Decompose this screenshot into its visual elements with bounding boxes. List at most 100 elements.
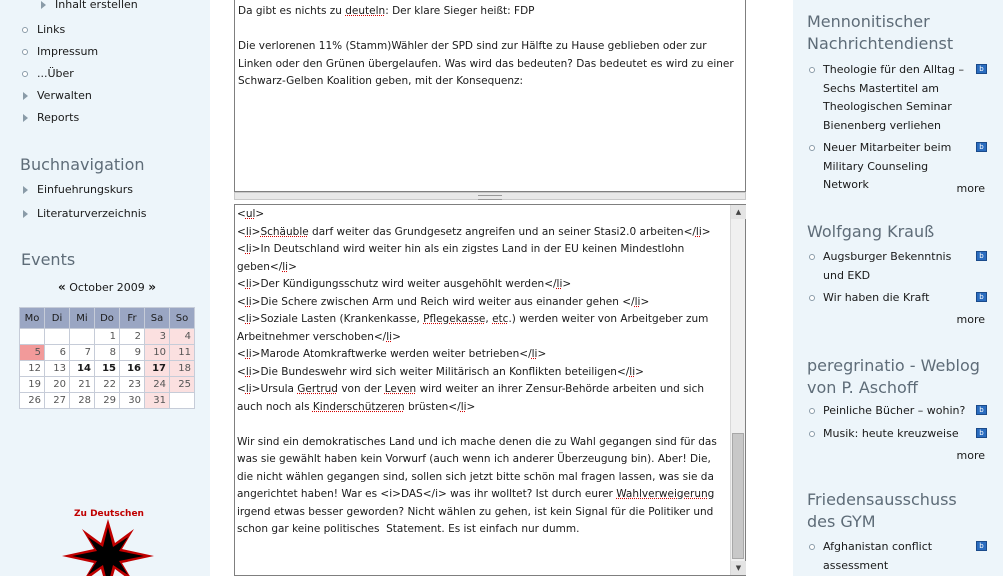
triangle-bullet-icon [23,210,28,218]
calendar-weekday: Fr [119,307,145,329]
triangle-bullet-icon [23,114,28,122]
menu-item-verwalten[interactable]: Verwalten [20,86,98,108]
calendar-grid: Mo Di Mi Do Fr Sa So 1 2 3 4 5 6 7 8 9 10 11 12 13 14 15 16 17… [19,307,195,409]
feed-item[interactable]: Musik: heute kreuzweise b [807,425,987,444]
feed-item[interactable]: Peinliche Bücher – wohin? b [807,402,987,421]
body-line: <li>Soziale Lasten (Krankenkasse, Pflege… [237,313,709,343]
calendar-day: 6 [44,344,70,361]
calendar-day: 5 [19,344,45,361]
calendar-day: 20 [44,376,70,393]
feed-item-link[interactable]: Peinliche Bücher – wohin? [823,404,965,417]
more-link[interactable]: more [957,313,986,326]
body-line: <li>Die Schere zwischen Arm und Reich wi… [237,295,650,308]
blog-feed-icon[interactable]: b [976,142,987,152]
teaser-line: Da gibt es nichts zu deuteln: Der klare … [238,5,535,17]
feed-item-link[interactable]: Augsburger Bekenntnis und EKD [823,250,951,282]
calendar-week-row: 1234 [19,328,195,345]
menu-item-reports[interactable]: Reports [20,108,98,130]
menu-item-label[interactable]: Verwalten [37,89,92,102]
calendar-week-row: 5 6 7 8 9 10 11 [19,344,195,361]
calendar-empty-cell [19,328,45,345]
feed-item-link[interactable]: Neuer Mitarbeiter beim Military Counseli… [823,141,951,191]
feed-block-title: Wolfgang Krauß [807,222,935,241]
calendar-day: 22 [94,376,120,393]
vertical-scrollbar[interactable]: ▲ ▼ [730,205,746,575]
circle-bullet-icon [809,430,815,437]
calendar-day: 11 [169,344,195,361]
scrollbar-thumb[interactable] [732,433,744,559]
calendar-weekday: Sa [144,307,170,329]
calendar-day[interactable]: 14 [69,360,95,377]
calendar-day[interactable]: 17 [144,360,170,377]
body-line: <li>Schäuble darf weiter das Grundgesetz… [237,225,711,238]
more-link[interactable]: more [957,449,986,462]
calendar-day: 26 [19,392,45,409]
circle-bullet-icon [809,67,815,73]
calendar-week-row: 12 13 14 15 16 17 18 [19,360,195,377]
blog-feed-icon[interactable]: b [976,427,987,438]
menu-item-label[interactable]: Reports [37,111,79,124]
scroll-down-arrow-icon[interactable]: ▼ [731,561,746,575]
feed-item-link[interactable]: Wir haben die Kraft [823,291,929,304]
feed-item[interactable]: Augsburger Bekenntnis und EKD b [807,248,987,285]
menu-item-label[interactable]: Inhalt erstellen [55,0,138,11]
feed-item-link[interactable]: Theologie für den Alltag – Sechs Mastert… [823,63,964,132]
blog-feed-icon[interactable]: b [976,64,987,74]
calendar-week-row: 26 27 28 29 30 31 [19,392,195,409]
circle-bullet-icon [22,71,28,77]
book-nav-item[interactable]: Literaturverzeichnis [20,204,147,226]
book-nav-menu: Einfuehrungskurs Literaturverzeichnis [20,180,147,226]
left-sidebar: Inhalt erstellen Links Impressum ...Über… [0,0,210,576]
right-sidebar: Mennonitischer Nachrichtendienst Theologi… [793,0,1003,576]
triangle-bullet-icon [23,92,28,100]
more-link[interactable]: more [957,182,986,195]
calendar-day: 28 [69,392,95,409]
calendar-weekday: So [169,307,195,329]
calendar-weekday: Di [44,307,70,329]
book-nav-item[interactable]: Einfuehrungskurs [20,180,147,202]
circle-bullet-icon [809,254,815,260]
calendar-day: 10 [144,344,170,361]
book-nav-label[interactable]: Literaturverzeichnis [37,207,147,220]
menu-item-ueber[interactable]: ...Über [20,64,98,86]
textarea-resize-grip[interactable] [234,192,746,200]
body-line: Wir sind ein demokratisches Land und ich… [237,435,717,536]
feed-item[interactable]: Theologie für den Alltag – Sechs Mastert… [807,61,987,135]
blog-feed-icon[interactable]: b [976,251,987,261]
feed-item-link[interactable]: Musik: heute kreuzweise [823,427,959,440]
menu-item-impressum[interactable]: Impressum [20,42,98,64]
calendar-day: 21 [69,376,95,393]
events-title: Events [21,250,76,269]
calendar-day[interactable]: 16 [119,360,145,377]
body-textarea[interactable]: <ul> <li>Schäuble darf weiter das Grundge… [234,204,746,576]
teaser-textarea[interactable]: Da gibt es nichts zu deuteln: Der klare … [234,0,746,192]
calendar-day: 4 [169,328,195,345]
triangle-bullet-icon [23,186,28,194]
calendar-month: October 2009 [69,281,145,294]
calendar-day: 12 [19,360,45,377]
blog-feed-icon[interactable]: b [976,405,987,415]
blog-feed-icon[interactable]: b [976,541,987,551]
book-nav-label[interactable]: Einfuehrungskurs [37,183,133,196]
feed-item-link[interactable]: Afghanistan conflict assessment [823,540,932,572]
prev-month-link[interactable]: « [58,280,66,294]
circle-bullet-icon [809,408,815,414]
feed-item[interactable]: Afghanistan conflict assessment b [807,538,987,575]
circle-bullet-icon [809,544,815,550]
calendar-day[interactable]: 15 [94,360,120,377]
feed-item-list: Theologie für den Alltag – Sechs Mastert… [807,61,987,199]
feed-item[interactable]: Wir haben die Kraft b [807,289,987,308]
menu-item-inhalt-erstellen[interactable]: Inhalt erstellen [38,0,138,17]
body-line: <li>Der Kündigungsschutz wird weiter aus… [237,278,572,290]
calendar-day: 18 [169,360,195,377]
menu-item-links[interactable]: Links [20,20,98,42]
scroll-up-arrow-icon[interactable]: ▲ [731,205,746,219]
teaser-blank-line [238,21,742,39]
next-month-link[interactable]: » [148,280,156,294]
calendar-weekday: Do [94,307,120,329]
body-line: <li>Marode Atomkraftwerke werden weiter … [237,348,547,360]
menu-item-label[interactable]: Links [37,23,65,36]
menu-item-label[interactable]: Impressum [37,45,98,58]
menu-item-label[interactable]: ...Über [37,67,74,80]
blog-feed-icon[interactable]: b [976,292,987,302]
